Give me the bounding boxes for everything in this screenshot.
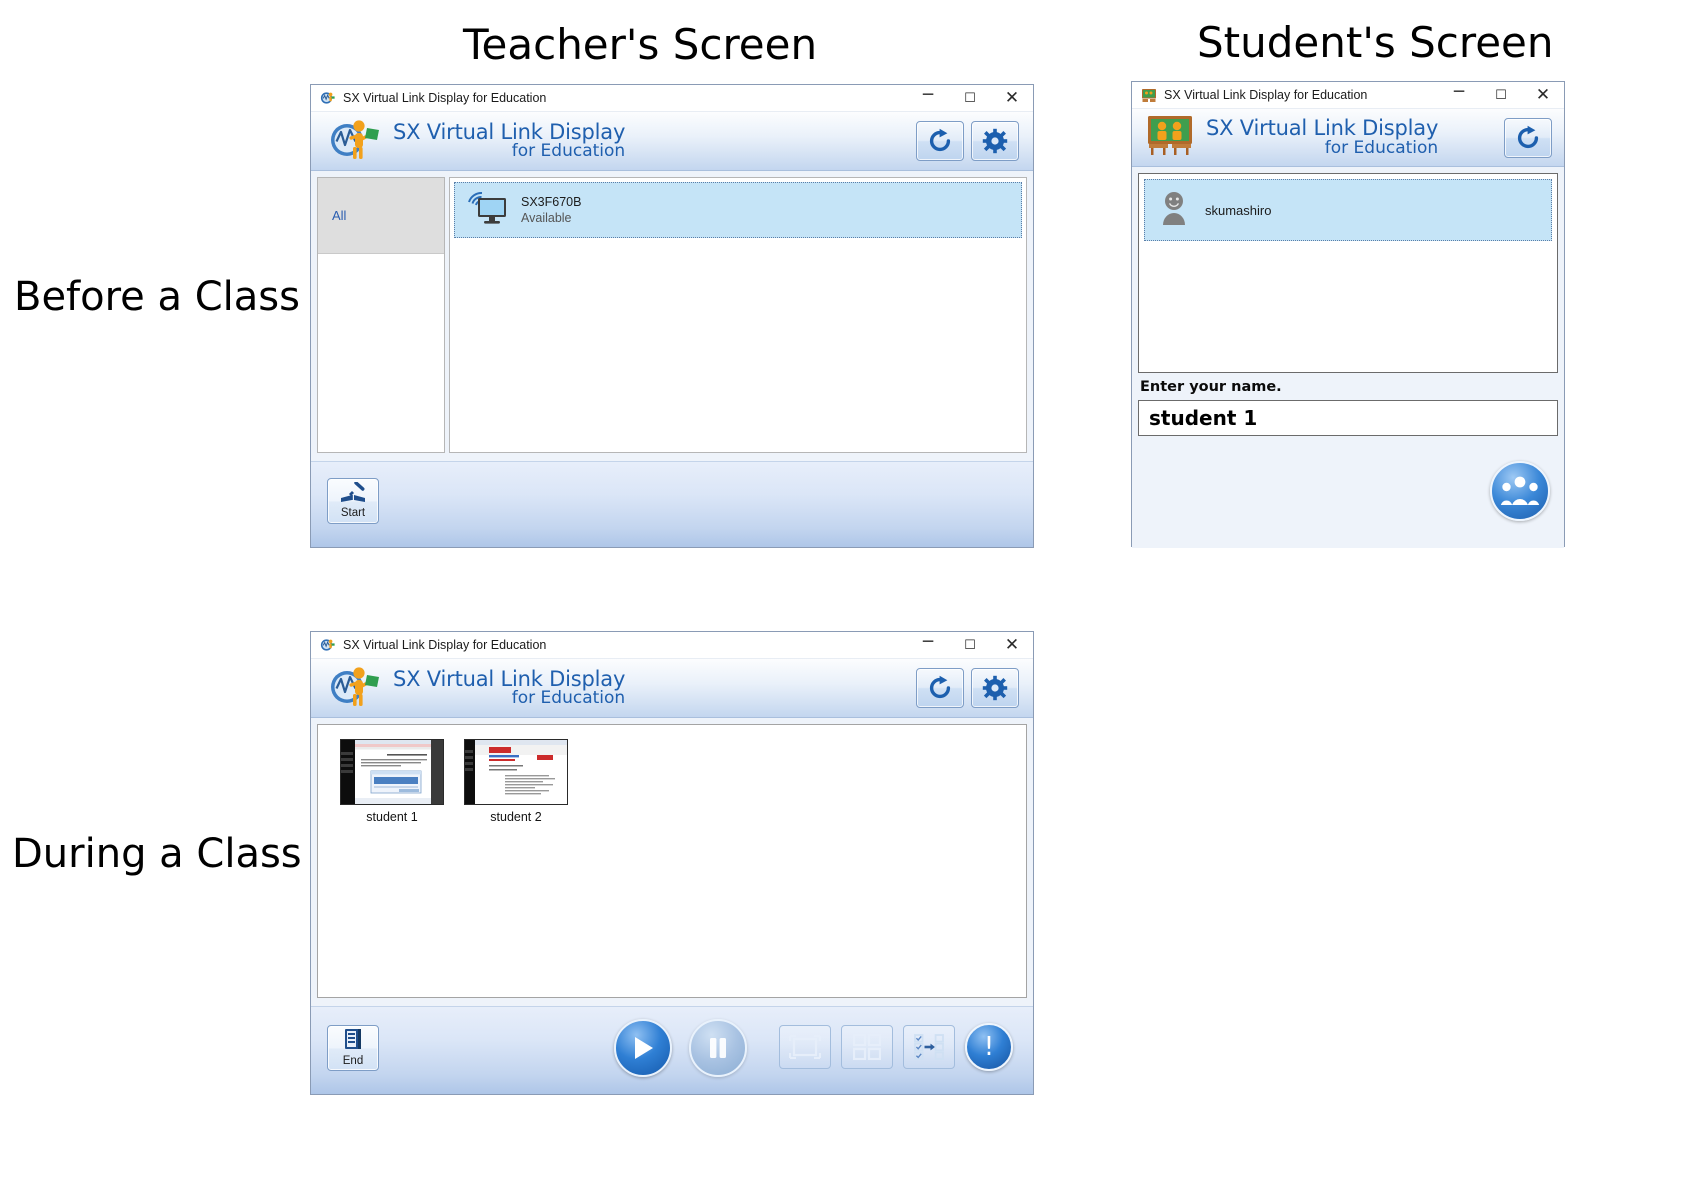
person-avatar-icon [1159,191,1189,230]
minimize-button[interactable]: ─ [907,86,949,112]
grid-layout-icon [853,1034,881,1060]
group-column: All [317,177,445,453]
close-button[interactable]: ✕ [991,633,1033,659]
teacher-during-content: student 1 student 2 [311,718,1033,1006]
header-buttons [916,121,1019,161]
minimize-button[interactable]: ─ [1438,83,1480,109]
brand-text: SX Virtual Link Display for Education [393,666,626,709]
app-icon [320,90,336,106]
fullscreen-layout-icon [789,1035,821,1059]
maximize-button[interactable]: ☐ [949,86,991,112]
maximize-button[interactable]: ☐ [1480,83,1522,109]
thumbnail-label: student 2 [490,810,542,824]
teacher-during-command-bar: End ! [311,1006,1033,1094]
refresh-button[interactable] [1504,117,1552,158]
teacher-name: skumashiro [1205,202,1272,218]
brand-text: SX Virtual Link Display for Education [393,119,626,162]
device-column: SX3F670B Available [449,177,1027,453]
window-title: SX Virtual Link Display for Education [343,91,547,105]
title-bar: SX Virtual Link Display for Education ─ … [1132,82,1564,109]
header-buttons [916,668,1019,708]
settings-gear-button[interactable] [971,121,1019,161]
title-bar: SX Virtual Link Display for Education ─ … [311,85,1033,112]
page-root: Teacher's Screen Student's Screen Before… [0,0,1706,1192]
end-class-icon [343,1028,363,1055]
display-device-icon [465,190,509,231]
brand-line-2: for Education [511,688,626,709]
student-logo-icon [1146,114,1194,161]
assign-layout-icon [914,1034,944,1060]
header-buttons [1504,117,1552,158]
teacher-before-window: SX Virtual Link Display for Education ─ … [310,84,1034,548]
teacher-before-command-bar: Start [311,461,1033,547]
pause-icon [710,1038,726,1058]
settings-gear-button[interactable] [971,668,1019,708]
refresh-button[interactable] [916,668,964,708]
window-controls: ─ ☐ ✕ [1438,82,1564,109]
start-button[interactable]: Start [327,478,379,524]
device-name: SX3F670B [521,195,582,209]
alert-button[interactable]: ! [965,1023,1013,1071]
window-title: SX Virtual Link Display for Education [343,638,547,652]
teacher-list-panel: skumashiro [1138,173,1558,373]
teacher-logo-icon [329,116,381,167]
play-icon [635,1037,653,1059]
grid-layout-button[interactable] [841,1025,893,1069]
student-name-input[interactable]: student 1 [1138,400,1558,436]
brand-line-1: SX Virtual Link Display [393,666,626,691]
enter-name-label: Enter your name. [1140,379,1282,395]
thumbnail-preview-webpage [464,739,568,805]
student-thumbnail[interactable]: student 2 [464,739,568,824]
brand-header: SX Virtual Link Display for Education [1132,109,1564,167]
brand-text: SX Virtual Link Display for Education [1206,116,1439,158]
row-label-before-class: Before a Class [14,274,300,320]
brand-header: SX Virtual Link Display for Education [311,659,1033,718]
teacher-during-window: SX Virtual Link Display for Education ─ … [310,631,1034,1095]
minimize-button[interactable]: ─ [907,633,949,659]
teacher-screen-heading: Teacher's Screen [463,20,818,69]
start-button-label: Start [340,507,366,520]
row-label-during-class: During a Class [12,831,302,877]
window-title: SX Virtual Link Display for Education [1164,88,1368,102]
close-button[interactable]: ✕ [1522,83,1564,109]
assign-layout-button[interactable] [903,1025,955,1069]
device-status: Available [521,211,572,225]
device-list-item[interactable]: SX3F670B Available [454,182,1022,238]
end-button-label: End [342,1055,364,1068]
app-icon [320,637,336,653]
teacher-before-content: All SX3F670B Available [311,171,1033,461]
pause-button[interactable] [689,1019,747,1077]
play-button[interactable] [614,1019,672,1077]
device-text: SX3F670B Available [521,195,581,225]
brand-line-1: SX Virtual Link Display [1206,116,1439,141]
window-controls: ─ ☐ ✕ [907,85,1033,112]
classroom-app-icon [1141,87,1157,103]
join-class-button[interactable] [1490,461,1550,521]
maximize-button[interactable]: ☐ [949,633,991,659]
teacher-logo-icon [329,663,381,714]
refresh-button[interactable] [916,121,964,161]
brand-line-1: SX Virtual Link Display [393,119,626,144]
group-item-all[interactable]: All [318,178,444,254]
title-bar: SX Virtual Link Display for Education ─ … [311,632,1033,659]
thumbnail-preview-document [340,739,444,805]
start-class-icon [339,481,367,507]
teacher-list-item[interactable]: skumashiro [1144,179,1552,241]
thumbnail-label: student 1 [366,810,418,824]
student-before-content: skumashiro Enter your name. student 1 [1132,167,1564,548]
close-button[interactable]: ✕ [991,86,1033,112]
student-screen-heading: Student's Screen [1197,18,1554,67]
brand-line-2: for Education [511,141,626,162]
end-button[interactable]: End [327,1025,379,1071]
student-thumbnail-panel: student 1 student 2 [317,724,1027,998]
student-thumbnail[interactable]: student 1 [340,739,444,824]
brand-header: SX Virtual Link Display for Education [311,112,1033,171]
student-before-window: SX Virtual Link Display for Education ─ … [1131,81,1565,548]
fullscreen-layout-button[interactable] [779,1025,831,1069]
brand-line-2: for Education [1324,137,1439,158]
window-controls: ─ ☐ ✕ [907,632,1033,659]
